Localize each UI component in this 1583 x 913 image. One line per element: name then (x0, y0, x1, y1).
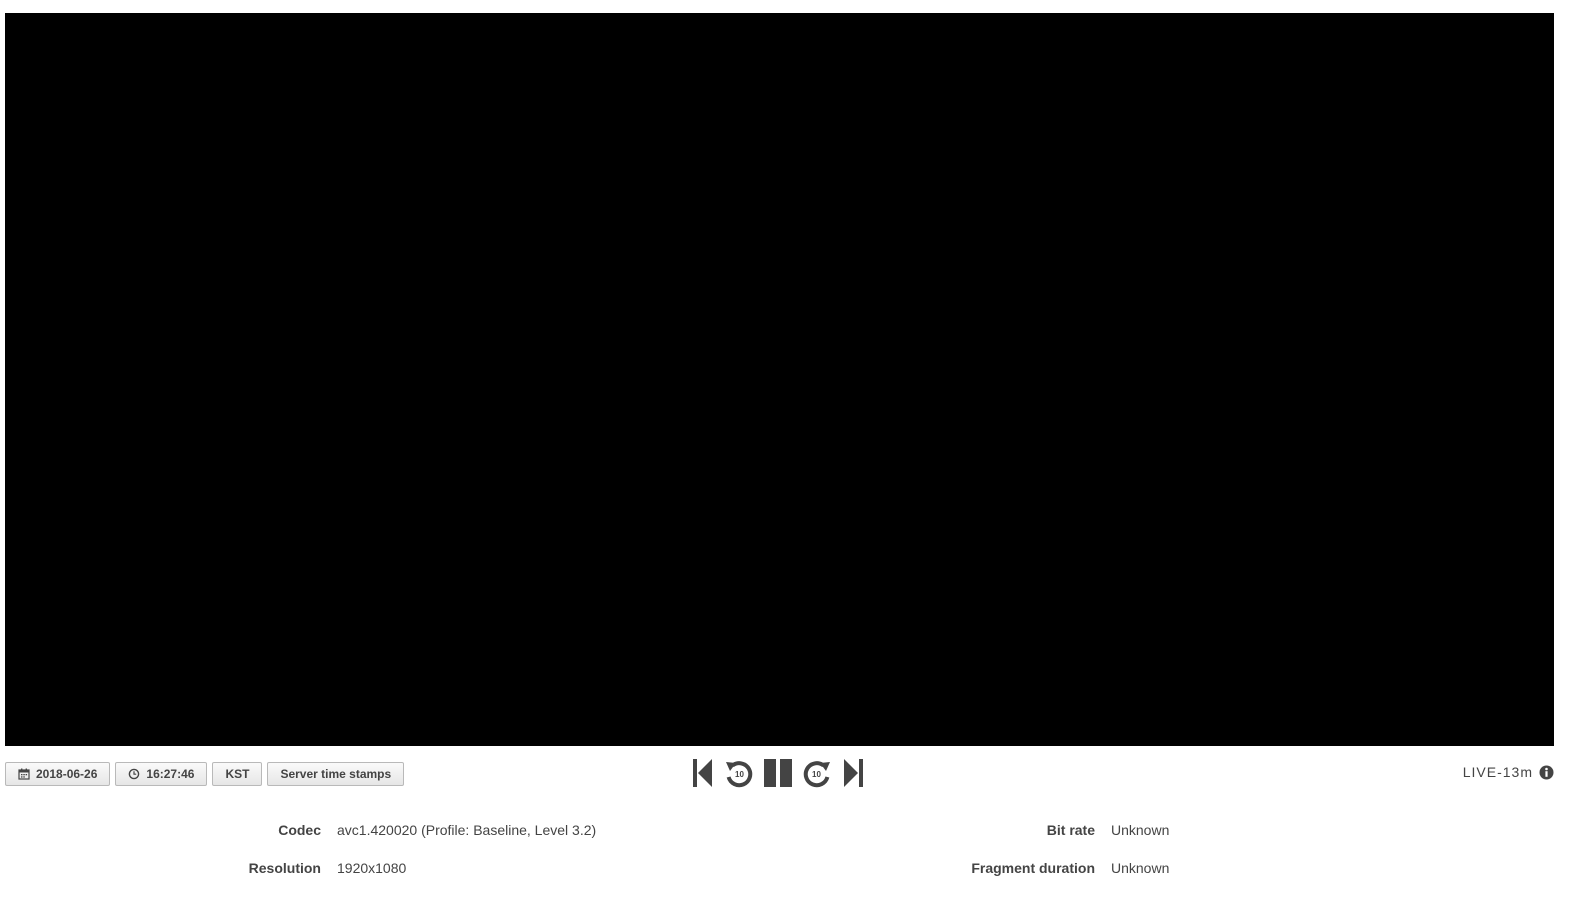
date-picker-button[interactable]: 2018-06-26 (5, 762, 111, 786)
live-offset: -13m (1497, 764, 1533, 780)
live-offset-text: LIVE-13m (1463, 764, 1533, 780)
live-status: LIVE-13m (1463, 764, 1554, 780)
forward-10-icon[interactable]: 10 (801, 757, 833, 789)
calendar-icon (18, 768, 30, 780)
live-label: LIVE (1462, 764, 1498, 780)
timestamp-button-group: 2018-06-26 16:27:46 KST Server time stam… (5, 762, 405, 786)
server-timestamps-label: Server time stamps (280, 767, 392, 781)
rewind-amount-label: 10 (735, 770, 744, 779)
date-label: 2018-06-26 (36, 767, 98, 781)
bitrate-label: Bit rate (1046, 822, 1095, 838)
video-player-page: 2018-06-26 16:27:46 KST Server time stam… (0, 0, 1583, 913)
bitrate-row: Bit rate Unknown (0, 816, 1170, 844)
clock-icon (128, 768, 140, 780)
pause-icon[interactable] (763, 757, 793, 789)
forward-amount-label: 10 (812, 770, 821, 779)
time-label: 16:27:46 (146, 767, 195, 781)
timezone-label: KST (225, 767, 250, 781)
fragment-duration-row: Fragment duration Unknown (0, 854, 1169, 882)
fragment-duration-value: Unknown (1111, 860, 1170, 876)
skip-to-end-icon[interactable] (841, 757, 865, 789)
playback-toolbar: 2018-06-26 16:27:46 KST Server time stam… (5, 756, 1554, 790)
timezone-button[interactable]: KST (212, 762, 263, 786)
info-icon[interactable] (1539, 765, 1554, 780)
playback-controls: 10 10 (691, 756, 865, 790)
fragment-duration-label: Fragment duration (971, 860, 1095, 876)
skip-to-start-icon[interactable] (691, 757, 715, 789)
stream-details: Codec avc1.420020 (Profile: Baseline, Le… (0, 816, 1583, 896)
bitrate-value: Unknown (1111, 822, 1170, 838)
server-timestamps-button[interactable]: Server time stamps (267, 762, 405, 786)
video-viewport[interactable] (5, 13, 1554, 746)
rewind-10-icon[interactable]: 10 (723, 757, 755, 789)
time-picker-button[interactable]: 16:27:46 (115, 762, 208, 786)
